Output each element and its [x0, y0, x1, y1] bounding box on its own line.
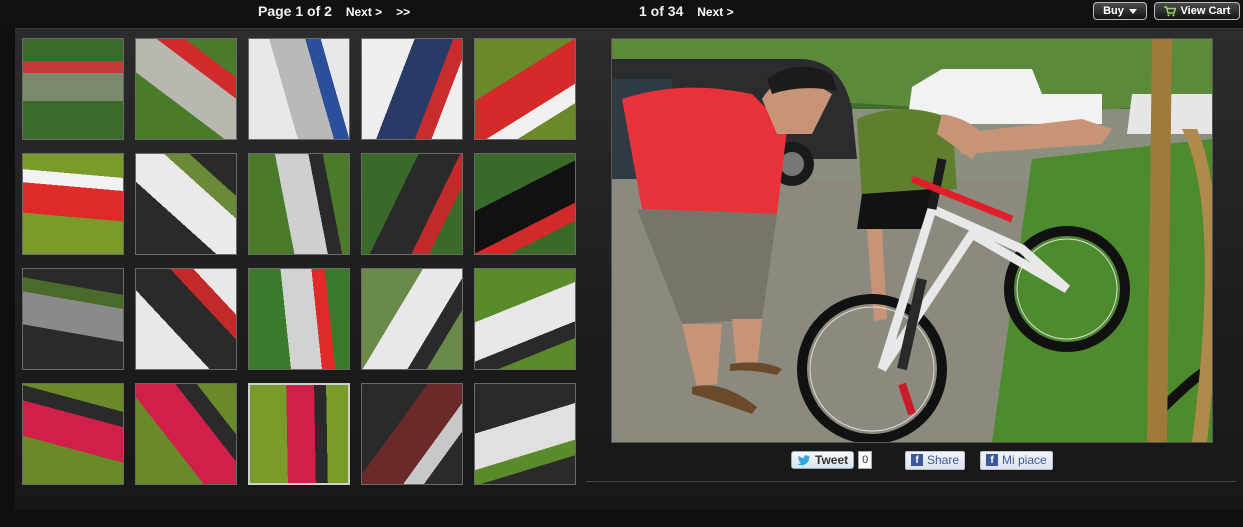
- thumbnail[interactable]: [248, 383, 350, 485]
- tweet-label: Tweet: [815, 453, 849, 467]
- like-label: Mi piace: [1002, 453, 1047, 467]
- thumbnail[interactable]: [361, 38, 463, 140]
- main-photo[interactable]: [611, 38, 1213, 443]
- facebook-icon: f: [986, 454, 998, 466]
- tweet-widget: Tweet 0: [791, 450, 873, 470]
- thumbnail[interactable]: [248, 38, 350, 140]
- facebook-like-button[interactable]: f Mi piace: [980, 450, 1053, 470]
- facebook-share-widget: f Share: [905, 450, 966, 470]
- facebook-share-button[interactable]: f Share: [905, 450, 966, 470]
- thumbnail[interactable]: [22, 153, 124, 255]
- facebook-like-widget: f Mi piace: [980, 450, 1053, 470]
- thumbnail[interactable]: [135, 268, 237, 370]
- view-cart-button[interactable]: View Cart: [1154, 2, 1240, 20]
- view-cart-label: View Cart: [1180, 5, 1231, 17]
- thumbnail[interactable]: [135, 383, 237, 485]
- thumbnail[interactable]: [22, 268, 124, 370]
- main-photo-image: [612, 39, 1212, 442]
- thumbnail[interactable]: [474, 153, 576, 255]
- image-counter: 1 of 34: [639, 3, 684, 19]
- next-page-link[interactable]: Next >: [346, 5, 382, 19]
- thumbnail[interactable]: [22, 38, 124, 140]
- top-bar: Page 1 of 2 Next > >> 1 of 34 Next > Buy…: [0, 0, 1243, 26]
- thumbnail[interactable]: [361, 153, 463, 255]
- image-pager: 1 of 34 Next >: [639, 3, 734, 19]
- thumbnail[interactable]: [361, 268, 463, 370]
- thumbnail[interactable]: [248, 268, 350, 370]
- thumbnail[interactable]: [474, 383, 576, 485]
- tweet-count: 0: [858, 451, 873, 469]
- facebook-icon: f: [911, 454, 923, 466]
- tweet-button[interactable]: Tweet: [791, 451, 855, 469]
- share-label: Share: [927, 453, 960, 467]
- thumbnail[interactable]: [22, 383, 124, 485]
- thumbnail[interactable]: [135, 153, 237, 255]
- thumbnail[interactable]: [361, 383, 463, 485]
- caret-down-icon: [1128, 8, 1137, 14]
- page-indicator: Page 1 of 2: [258, 3, 332, 19]
- next-image-link[interactable]: Next >: [697, 5, 733, 19]
- thumbnail[interactable]: [248, 153, 350, 255]
- twitter-bird-icon: [797, 454, 810, 465]
- divider: [586, 481, 1236, 482]
- thumbnail-grid: [22, 38, 582, 488]
- cart-icon: [1163, 5, 1176, 16]
- buy-button[interactable]: Buy: [1093, 2, 1147, 20]
- thumbnail[interactable]: [474, 268, 576, 370]
- thumbnail[interactable]: [474, 38, 576, 140]
- thumbnail[interactable]: [135, 38, 237, 140]
- last-page-link[interactable]: >>: [396, 5, 410, 19]
- page-pager: Page 1 of 2 Next > >>: [258, 3, 410, 19]
- buy-label: Buy: [1103, 5, 1124, 17]
